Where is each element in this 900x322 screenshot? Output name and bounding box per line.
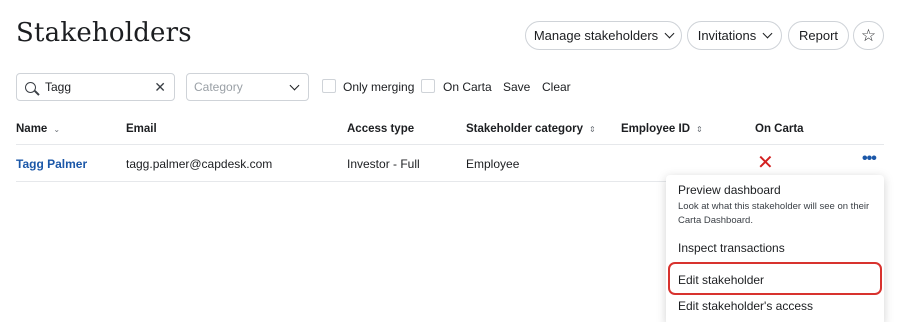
search-input[interactable]: Tagg ✕ bbox=[16, 73, 175, 101]
report-label: Report bbox=[798, 28, 839, 43]
sort-icon: ⇕ bbox=[696, 124, 703, 134]
stakeholder-category: Employee bbox=[466, 157, 520, 171]
only-merging-label: Only merging bbox=[343, 80, 415, 94]
column-header-access-type: Access type bbox=[347, 123, 415, 135]
stakeholder-access-type: Investor - Full bbox=[347, 157, 420, 171]
on-carta-checkbox[interactable] bbox=[421, 79, 435, 93]
menu-item-inspect-transactions[interactable]: Inspect transactions bbox=[678, 241, 785, 255]
category-select[interactable]: Category bbox=[186, 73, 309, 101]
clear-filter-button[interactable]: Clear bbox=[542, 80, 571, 94]
column-header-name[interactable]: Name ⌄ bbox=[16, 123, 60, 135]
menu-item-edit-stakeholder[interactable]: Edit stakeholder bbox=[678, 273, 764, 287]
sort-desc-icon: ⌄ bbox=[53, 124, 61, 134]
clear-search-icon[interactable]: ✕ bbox=[154, 79, 166, 96]
search-value: Tagg bbox=[45, 80, 72, 94]
star-icon: ☆ bbox=[860, 26, 877, 45]
stakeholder-name-link[interactable]: Tagg Palmer bbox=[16, 157, 87, 171]
row-actions-menu-button[interactable]: ••• bbox=[862, 150, 877, 168]
chevron-down-icon bbox=[664, 28, 675, 39]
page-title: Stakeholders bbox=[16, 18, 192, 48]
manage-stakeholders-label: Manage stakeholders bbox=[533, 28, 659, 43]
column-header-on-carta: On Carta bbox=[755, 123, 804, 135]
manage-stakeholders-button[interactable]: Manage stakeholders bbox=[525, 21, 682, 50]
save-filter-button[interactable]: Save bbox=[503, 80, 530, 94]
column-header-employee-id[interactable]: Employee ID ⇕ bbox=[621, 123, 703, 135]
search-icon bbox=[25, 81, 36, 93]
column-header-email: Email bbox=[126, 123, 157, 135]
menu-item-preview-dashboard[interactable]: Preview dashboard bbox=[678, 183, 781, 197]
category-placeholder: Category bbox=[194, 80, 243, 94]
report-button[interactable]: Report bbox=[788, 21, 849, 50]
stakeholder-email: tagg.palmer@capdesk.com bbox=[126, 157, 273, 171]
sort-icon: ⇕ bbox=[588, 124, 596, 134]
row-actions-menu: Preview dashboard Look at what this stak… bbox=[666, 175, 884, 322]
invitations-label: Invitations bbox=[697, 28, 757, 43]
chevron-down-icon bbox=[289, 80, 300, 90]
only-merging-checkbox[interactable] bbox=[322, 79, 336, 93]
menu-item-edit-stakeholder-access[interactable]: Edit stakeholder's access bbox=[678, 299, 813, 313]
invitations-button[interactable]: Invitations bbox=[687, 21, 782, 50]
header-divider bbox=[16, 144, 884, 145]
on-carta-label: On Carta bbox=[443, 80, 492, 94]
favorite-button[interactable]: ☆ bbox=[853, 21, 884, 50]
not-on-carta-icon: ✕ bbox=[757, 152, 774, 174]
column-header-stakeholder-category[interactable]: Stakeholder category ⇕ bbox=[466, 123, 596, 135]
menu-item-preview-dashboard-description: Look at what this stakeholder will see o… bbox=[678, 201, 870, 226]
chevron-down-icon bbox=[762, 28, 773, 39]
